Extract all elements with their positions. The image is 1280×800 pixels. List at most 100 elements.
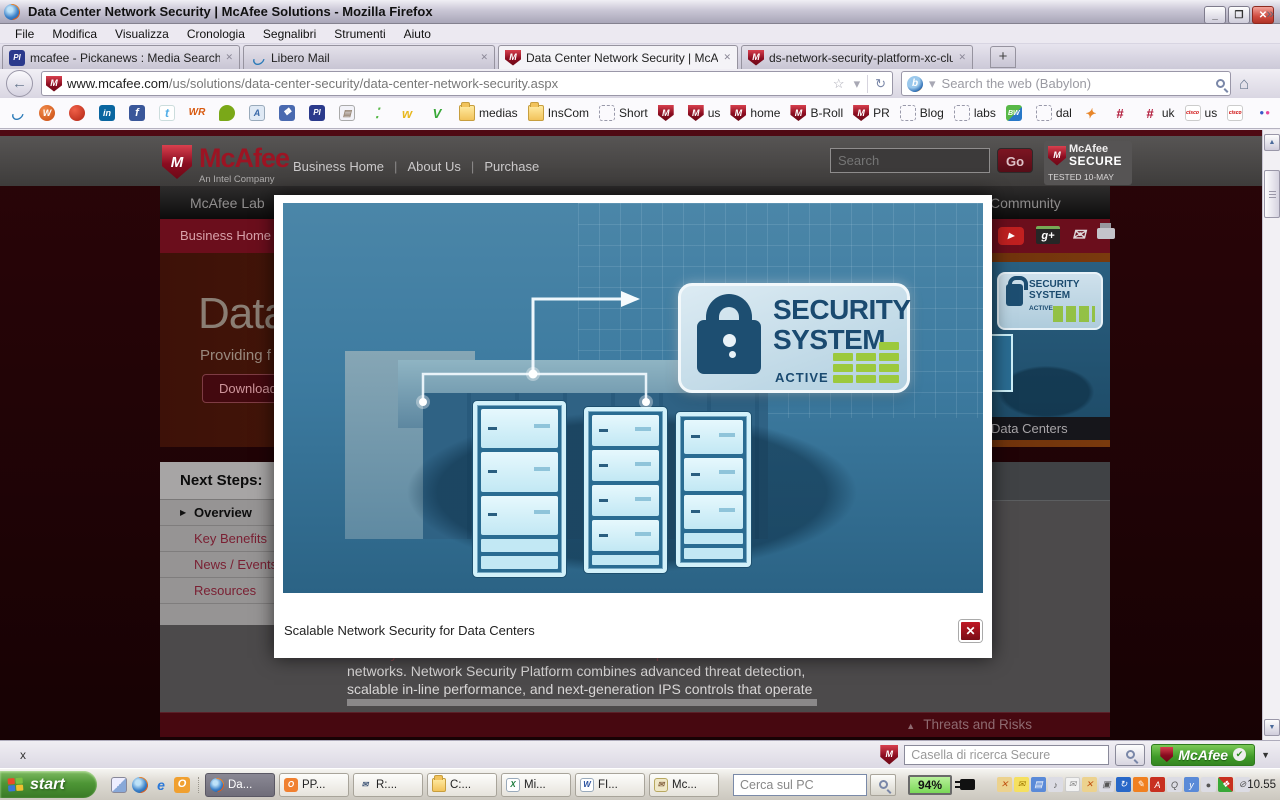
bookmark-item[interactable]: cisco	[1224, 103, 1250, 123]
header-nav-link[interactable]: |	[471, 159, 474, 174]
search-magnifier-icon[interactable]	[1216, 79, 1225, 88]
site-search-go-button[interactable]: Go	[997, 148, 1033, 173]
task-button[interactable]: ✉ R:...	[353, 773, 423, 797]
secure-search-input[interactable]	[904, 745, 1109, 765]
bookmark-item[interactable]: Blog	[897, 103, 947, 123]
menu-item[interactable]: Segnalibri	[254, 25, 325, 43]
tab-close-icon[interactable]: ✕	[958, 52, 966, 63]
browser-tab[interactable]: M Data Center Network Security | McAfee …	[498, 45, 738, 69]
bookmark-item[interactable]: dal	[1033, 103, 1075, 123]
tray-icon[interactable]: y	[1184, 777, 1199, 792]
bookmark-item[interactable]: labs	[951, 103, 999, 123]
start-button[interactable]: start	[0, 771, 97, 798]
task-button[interactable]: ✉ Mc...	[649, 773, 719, 797]
browser-tab[interactable]: ◡ Libero Mail ✕	[243, 45, 495, 69]
bookmark-item[interactable]: W	[36, 103, 62, 123]
siteadvisor-button[interactable]: McAfee ✔	[1151, 744, 1255, 766]
tray-icon[interactable]: ❖	[1218, 777, 1233, 792]
bookmark-item[interactable]: f	[126, 103, 152, 123]
desktop-search-input[interactable]	[733, 774, 867, 796]
task-button[interactable]: C:...	[427, 773, 497, 797]
menu-item[interactable]: Cronologia	[178, 25, 254, 43]
tray-icon[interactable]: ▤	[1031, 777, 1046, 792]
bookmark-item[interactable]: BW	[1003, 103, 1029, 123]
mcafee-secure-badge[interactable]: M McAfee SECURE TESTED 10-MAY	[1044, 141, 1132, 185]
browser-tab[interactable]: PI mcafee - Pickanews : Media Search Eng…	[2, 45, 240, 69]
tray-icon[interactable]: Q	[1167, 777, 1182, 792]
bookmark-item[interactable]	[66, 103, 92, 123]
bookmark-item[interactable]: WR	[186, 103, 212, 123]
quick-launch-icon[interactable]	[132, 777, 148, 793]
vertical-scrollbar[interactable]: ▲ ▼	[1262, 130, 1280, 740]
lightbox-close-button[interactable]: ✕	[959, 620, 982, 642]
bookmark-item[interactable]: ❖	[276, 103, 302, 123]
bookmark-item[interactable]: M PR	[850, 103, 893, 123]
bookmark-item[interactable]: cisco us	[1182, 103, 1221, 123]
menu-item[interactable]: Strumenti	[325, 25, 394, 43]
bookmark-item[interactable]: A	[246, 103, 272, 123]
task-button[interactable]: W FI...	[575, 773, 645, 797]
tray-icon[interactable]: ●	[1201, 777, 1216, 792]
findbar-close-icon[interactable]: x	[20, 748, 26, 762]
bookmark-item[interactable]: M home	[727, 103, 783, 123]
bookmark-item[interactable]: w	[396, 103, 422, 123]
tab-close-icon[interactable]: ✕	[480, 52, 488, 63]
menu-item[interactable]: Aiuto	[395, 25, 440, 43]
bookmark-star-icon[interactable]: ☆	[831, 76, 847, 92]
hero-video-thumbnail[interactable]: SECURITY SYSTEM ACTIVE Data Centers	[983, 262, 1110, 440]
url-dropdown-icon[interactable]: ▾	[852, 76, 863, 92]
site-search-input[interactable]	[830, 148, 990, 173]
new-tab-button[interactable]: +	[990, 46, 1016, 68]
social-icon[interactable]: ✉	[1072, 225, 1085, 245]
web-search-bar[interactable]: b ▾ Search the web (Babylon)	[901, 71, 1231, 96]
nav-mcafee-labs[interactable]: McAfee Lab	[190, 195, 265, 211]
bookmark-item[interactable]: # uk	[1139, 103, 1178, 123]
scroll-down-icon[interactable]: ▼	[1264, 719, 1280, 736]
minimize-button[interactable]: _	[1204, 6, 1226, 24]
task-button[interactable]: Da...	[205, 773, 275, 797]
tray-icon[interactable]: ✉	[1014, 777, 1029, 792]
header-nav-link[interactable]: Purchase	[484, 159, 539, 174]
nav-community[interactable]: Community	[990, 195, 1061, 211]
bookmark-item[interactable]: M B-Roll	[787, 103, 846, 123]
quick-launch-icon[interactable]: O	[174, 777, 190, 793]
tray-icon[interactable]: ♪	[1048, 777, 1063, 792]
menu-item[interactable]: Visualizza	[106, 25, 178, 43]
bookmark-item[interactable]	[216, 103, 242, 123]
social-icon[interactable]: g+	[1036, 226, 1060, 245]
bookmark-item[interactable]: ⁚	[366, 103, 392, 123]
bookmark-item[interactable]: PI	[306, 103, 332, 123]
task-button[interactable]: O PP...	[279, 773, 349, 797]
bookmark-item[interactable]: InsCom	[525, 103, 592, 123]
tray-icon[interactable]: ✎	[1133, 777, 1148, 792]
url-bar[interactable]: M www.mcafee.com/us/solutions/data-cente…	[41, 71, 893, 96]
bookmark-item[interactable]: medias	[456, 103, 521, 123]
tab-close-icon[interactable]: ✕	[225, 52, 233, 63]
browser-tab[interactable]: M ds-network-security-platform-xc-cluste…	[741, 45, 973, 69]
bookmark-item[interactable]: ✦	[1079, 103, 1105, 123]
bookmark-item[interactable]: V	[426, 103, 452, 123]
restore-button[interactable]: ❐	[1228, 6, 1250, 24]
header-nav-link[interactable]: Business Home	[293, 159, 384, 174]
bookmark-item[interactable]: #	[1109, 103, 1135, 123]
engine-dropdown-icon[interactable]: ▾	[927, 76, 938, 92]
scrollbar-thumb[interactable]	[1264, 170, 1280, 218]
bookmark-item[interactable]: Short	[596, 103, 651, 123]
task-button[interactable]: X Mi...	[501, 773, 571, 797]
secure-search-button[interactable]	[1115, 744, 1145, 766]
social-icon[interactable]	[1097, 226, 1115, 244]
bookmark-item[interactable]: ◡	[6, 103, 32, 123]
siteadvisor-dropdown-icon[interactable]: ▼	[1261, 750, 1270, 760]
header-nav-link[interactable]: |	[394, 159, 397, 174]
reload-icon[interactable]: ↻	[873, 76, 888, 92]
tray-icon[interactable]: ✉	[1065, 777, 1080, 792]
mcafee-logo[interactable]: M McAfee An Intel Company	[162, 145, 289, 185]
quick-launch-icon[interactable]	[111, 777, 127, 793]
bookmark-item[interactable]: ●	[1254, 103, 1280, 123]
quick-launch-icon[interactable]: e	[153, 777, 169, 793]
bookmark-item[interactable]: t	[156, 103, 182, 123]
tray-icon[interactable]: ✕	[997, 777, 1012, 792]
menu-item[interactable]: File	[6, 25, 43, 43]
bookmark-item[interactable]: M	[655, 103, 681, 123]
tray-icon[interactable]: ▣	[1099, 777, 1114, 792]
